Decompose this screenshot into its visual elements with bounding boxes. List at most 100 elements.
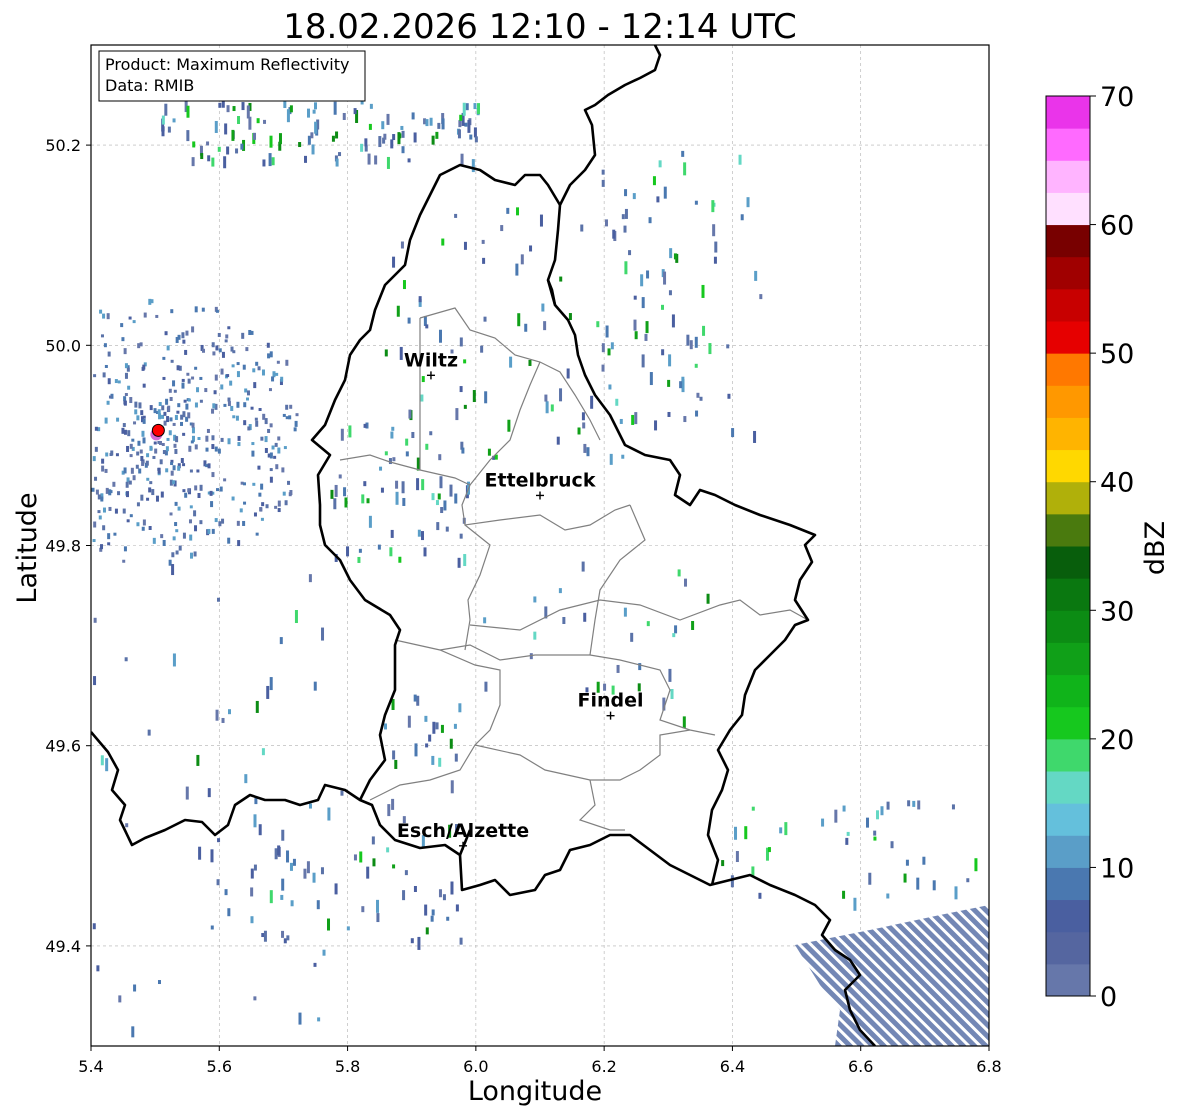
echo-pixel — [107, 533, 111, 540]
echo-pixel — [667, 379, 671, 387]
echo-pixel — [224, 889, 228, 896]
echo-pixel — [253, 996, 257, 1001]
echo-pixel — [114, 379, 118, 384]
echo-pixel — [108, 395, 112, 399]
echo-pixel — [197, 492, 201, 498]
echo-pixel — [133, 421, 137, 425]
colorbar-tick-label: 40 — [1100, 468, 1134, 499]
echo-pixel — [445, 526, 449, 532]
echo-pixel — [263, 119, 267, 124]
echo-pixel — [277, 447, 281, 454]
echo-pixel — [601, 179, 605, 187]
echo-pixel — [396, 305, 400, 317]
echo-pixel — [338, 474, 342, 479]
echo-pixel — [298, 1012, 302, 1025]
echo-pixel — [458, 703, 462, 713]
echo-pixel — [282, 413, 286, 417]
echo-pixel — [277, 845, 281, 856]
echo-pixel — [243, 420, 247, 426]
echo-pixel — [211, 444, 215, 450]
echo-pixel — [515, 263, 519, 276]
echo-pixel — [624, 261, 628, 275]
echo-pixel — [759, 294, 763, 300]
echo-pixel — [100, 334, 104, 338]
echo-pixel — [189, 552, 193, 559]
echo-pixel — [93, 617, 97, 623]
echo-pixel — [92, 539, 96, 543]
echo-pixel — [440, 507, 444, 514]
echo-pixel — [149, 481, 153, 485]
echo-pixel — [94, 446, 98, 452]
echo-pixel — [681, 150, 685, 157]
echo-pixel — [165, 398, 169, 405]
echo-pixel — [129, 397, 133, 404]
echo-pixel — [173, 443, 177, 448]
echo-pixel — [421, 479, 425, 491]
echo-pixel — [423, 547, 427, 557]
echo-pixel — [321, 627, 325, 641]
echo-pixel — [411, 112, 415, 120]
colorbar-segment — [1046, 835, 1090, 868]
echo-pixel — [663, 271, 667, 285]
echo-pixel — [435, 131, 439, 139]
echo-pixel — [169, 396, 173, 401]
echo-pixel — [376, 899, 380, 913]
echo-pixel — [159, 459, 163, 465]
echo-pixel — [674, 625, 678, 634]
echo-pixel — [166, 437, 170, 441]
echo-pixel — [621, 214, 625, 220]
echo-pixel — [232, 106, 236, 112]
echo-pixel — [231, 129, 235, 141]
echo-pixel — [316, 900, 320, 910]
echo-pixel — [157, 980, 161, 985]
echo-pixel — [172, 653, 176, 667]
echo-pixel — [372, 858, 376, 867]
echo-pixel — [278, 133, 282, 145]
echo-pixel — [232, 350, 236, 354]
echo-pixel — [124, 657, 128, 662]
echo-pixel — [158, 440, 162, 445]
echo-pixel — [529, 245, 533, 252]
echo-pixel — [558, 588, 562, 594]
echo-pixel — [425, 443, 429, 450]
echo-pixel — [580, 224, 584, 232]
echo-pixel — [245, 347, 249, 352]
echo-pixel — [313, 681, 317, 691]
echo-pixel — [266, 685, 270, 699]
echo-pixel — [262, 413, 266, 420]
echo-pixel — [253, 132, 257, 140]
echo-pixel — [174, 414, 178, 420]
echo-pixel — [216, 597, 220, 602]
echo-pixel — [106, 400, 110, 405]
colorbar-segment — [1046, 256, 1090, 290]
echo-pixel — [122, 559, 126, 563]
echo-pixel — [248, 329, 252, 335]
echo-pixel — [185, 403, 189, 410]
echo-pixel — [191, 422, 195, 428]
echo-pixel — [166, 416, 170, 423]
echo-pixel — [163, 411, 167, 416]
echo-pixel — [131, 438, 135, 442]
colorbar-tick-label: 0 — [1100, 982, 1117, 1013]
echo-pixel — [285, 404, 289, 410]
echo-pixel — [413, 132, 417, 143]
echo-pixel — [656, 196, 660, 203]
echo-pixel — [126, 367, 130, 372]
echo-pixel — [230, 405, 234, 411]
echo-pixel — [289, 862, 293, 871]
echo-pixel — [735, 851, 739, 863]
echo-pixel — [473, 103, 477, 110]
echo-pixel — [245, 397, 249, 401]
echo-pixel — [428, 734, 432, 742]
echo-pixel — [165, 468, 169, 473]
echo-pixel — [363, 481, 367, 487]
echo-pixel — [395, 491, 399, 505]
echo-pixel — [236, 371, 240, 378]
echo-pixel — [276, 360, 280, 364]
echo-pixel — [641, 297, 645, 309]
echo-pixel — [136, 415, 140, 421]
echo-pixel — [744, 826, 748, 840]
echo-pixel — [165, 446, 169, 452]
echo-pixel — [416, 457, 420, 471]
echo-pixel — [369, 103, 373, 109]
